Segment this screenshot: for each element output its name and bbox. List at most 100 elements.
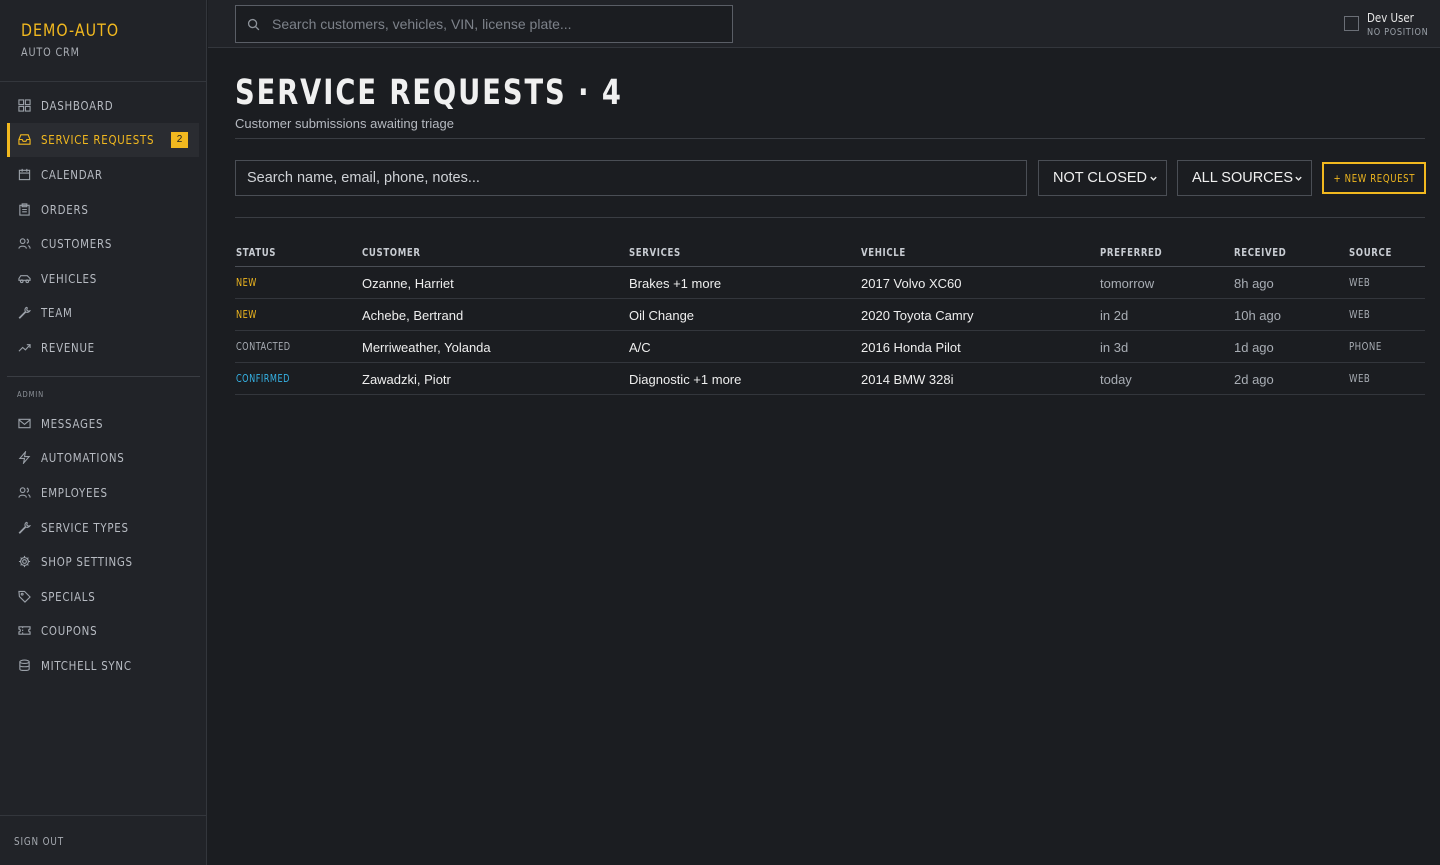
sidebar-item-label: VEHICLES (41, 270, 97, 286)
divider (0, 815, 206, 816)
column-header-status[interactable]: STATUS (236, 246, 276, 259)
admin-nav: MESSAGES AUTOMATIONS EMPLOYEES SERVICE T… (0, 406, 206, 683)
global-search[interactable] (235, 5, 733, 43)
source-filter-select[interactable]: ALL SOURCES (1177, 160, 1312, 196)
sidebar-item-team[interactable]: TEAM (0, 296, 206, 331)
sidebar-item-label: CALENDAR (41, 166, 103, 182)
table-row[interactable]: CONFIRMED Zawadzki, Piotr Diagnostic +1 … (235, 363, 1425, 395)
sidebar-item-messages[interactable]: MESSAGES (0, 406, 206, 441)
vehicle: 2014 BMW 328i (861, 372, 954, 387)
column-header-vehicle[interactable]: VEHICLE (861, 246, 906, 259)
filter-search[interactable] (235, 160, 1027, 196)
status-badge: NEW (236, 309, 257, 321)
sidebar-item-label: MITCHELL SYNC (41, 657, 132, 673)
received-time: 1d ago (1234, 340, 1274, 355)
user-name: Dev User (1367, 10, 1414, 25)
sidebar-item-label: DASHBOARD (41, 97, 114, 113)
page-title: SERVICE REQUESTS · 4 (235, 73, 623, 113)
main-nav: DASHBOARD SERVICE REQUESTS 2 CALENDAR OR… (0, 88, 206, 365)
ticket-icon (18, 624, 31, 637)
sidebar-item-label: REVENUE (41, 339, 95, 355)
services: Brakes +1 more (629, 276, 722, 291)
top-bar: Dev User NO POSITION (208, 0, 1440, 48)
received-time: 8h ago (1234, 276, 1274, 291)
sidebar-item-orders[interactable]: ORDERS (0, 192, 206, 227)
services: Diagnostic +1 more (629, 372, 742, 387)
sidebar-item-label: MESSAGES (41, 415, 104, 431)
brand-subtitle: AUTO CRM (21, 45, 80, 59)
sidebar-item-dashboard[interactable]: DASHBOARD (0, 88, 206, 123)
source: WEB (1349, 309, 1371, 321)
sidebar-item-label: AUTOMATIONS (41, 450, 125, 466)
sidebar-item-revenue[interactable]: REVENUE (0, 330, 206, 365)
sidebar-item-automations[interactable]: AUTOMATIONS (0, 441, 206, 476)
sidebar-item-coupons[interactable]: COUPONS (0, 614, 206, 649)
column-header-services[interactable]: SERVICES (629, 246, 681, 259)
trending-up-icon (18, 341, 31, 354)
bolt-icon (18, 451, 31, 465)
sidebar-item-label: SHOP SETTINGS (41, 554, 133, 570)
sidebar-item-label: EMPLOYEES (41, 484, 108, 500)
sidebar-item-vehicles[interactable]: VEHICLES (0, 261, 206, 296)
divider (235, 138, 1425, 139)
sidebar-item-calendar[interactable]: CALENDAR (0, 157, 206, 192)
vehicle: 2016 Honda Pilot (861, 340, 961, 355)
column-header-received[interactable]: RECEIVED (1234, 246, 1286, 259)
sidebar-item-label: SERVICE REQUESTS (41, 132, 155, 148)
brand[interactable]: DEMO-AUTO AUTO CRM (21, 21, 138, 59)
inbox-icon (18, 133, 31, 146)
gear-icon (18, 555, 31, 568)
calendar-icon (18, 168, 31, 181)
table-row[interactable]: CONTACTED Merriweather, Yolanda A/C 2016… (235, 331, 1425, 363)
brand-name: DEMO-AUTO (21, 21, 120, 41)
sidebar-item-customers[interactable]: CUSTOMERS (0, 226, 206, 261)
new-request-button[interactable]: + NEW REQUEST (1322, 162, 1426, 194)
vehicle: 2020 Toyota Camry (861, 308, 974, 323)
status-badge: CONFIRMED (236, 373, 290, 385)
vehicle: 2017 Volvo XC60 (861, 276, 962, 291)
divider (235, 217, 1425, 218)
grid-icon (18, 99, 31, 112)
customer-name: Zawadzki, Piotr (362, 372, 451, 387)
table-row[interactable]: NEW Achebe, Bertrand Oil Change 2020 Toy… (235, 299, 1425, 331)
sidebar-item-service-types[interactable]: SERVICE TYPES (0, 510, 206, 545)
preferred-time: today (1100, 372, 1132, 387)
sidebar-item-mitchell-sync[interactable]: MITCHELL SYNC (0, 648, 206, 683)
tag-icon (18, 590, 31, 603)
customer-name: Merriweather, Yolanda (362, 340, 491, 355)
sign-out-link[interactable]: SIGN OUT (14, 836, 64, 848)
count-badge: 2 (171, 131, 188, 148)
user-menu[interactable]: Dev User NO POSITION (1344, 10, 1428, 38)
sidebar-item-label: SERVICE TYPES (41, 519, 129, 535)
source: PHONE (1349, 341, 1382, 353)
wrench-icon (18, 306, 31, 320)
sidebar-item-label: COUPONS (41, 623, 98, 639)
services: A/C (629, 340, 651, 355)
column-header-customer[interactable]: CUSTOMER (362, 246, 421, 259)
filter-search-input[interactable] (236, 161, 1026, 195)
sidebar-item-label: TEAM (41, 305, 73, 321)
status-filter-value: NOT CLOSED (1053, 170, 1148, 186)
source-filter-value: ALL SOURCES (1192, 170, 1293, 186)
preferred-time: in 2d (1100, 308, 1129, 323)
column-header-source[interactable]: SOURCE (1349, 246, 1392, 259)
admin-section-label: ADMIN (17, 390, 45, 399)
received-time: 2d ago (1234, 372, 1274, 387)
global-search-input[interactable] (272, 16, 712, 32)
sidebar-item-label: ORDERS (41, 201, 89, 217)
status-filter-select[interactable]: NOT CLOSED (1038, 160, 1167, 196)
sidebar-item-service-requests[interactable]: SERVICE REQUESTS 2 (7, 122, 199, 158)
users-icon (18, 237, 31, 250)
new-request-label: + NEW REQUEST (1333, 171, 1415, 185)
column-header-preferred[interactable]: PREFERRED (1100, 246, 1162, 259)
sidebar-item-shop-settings[interactable]: SHOP SETTINGS (0, 544, 206, 579)
table-row[interactable]: NEW Ozanne, Harriet Brakes +1 more 2017 … (235, 267, 1425, 299)
user-checkbox[interactable] (1344, 16, 1359, 31)
received-time: 10h ago (1234, 308, 1281, 323)
user-icon (18, 486, 31, 499)
car-icon (18, 272, 31, 285)
service-requests-table: STATUS CUSTOMER SERVICES VEHICLE PREFERR… (235, 240, 1425, 395)
customer-name: Achebe, Bertrand (362, 308, 464, 323)
sidebar-item-employees[interactable]: EMPLOYEES (0, 475, 206, 510)
sidebar-item-specials[interactable]: SPECIALS (0, 579, 206, 614)
